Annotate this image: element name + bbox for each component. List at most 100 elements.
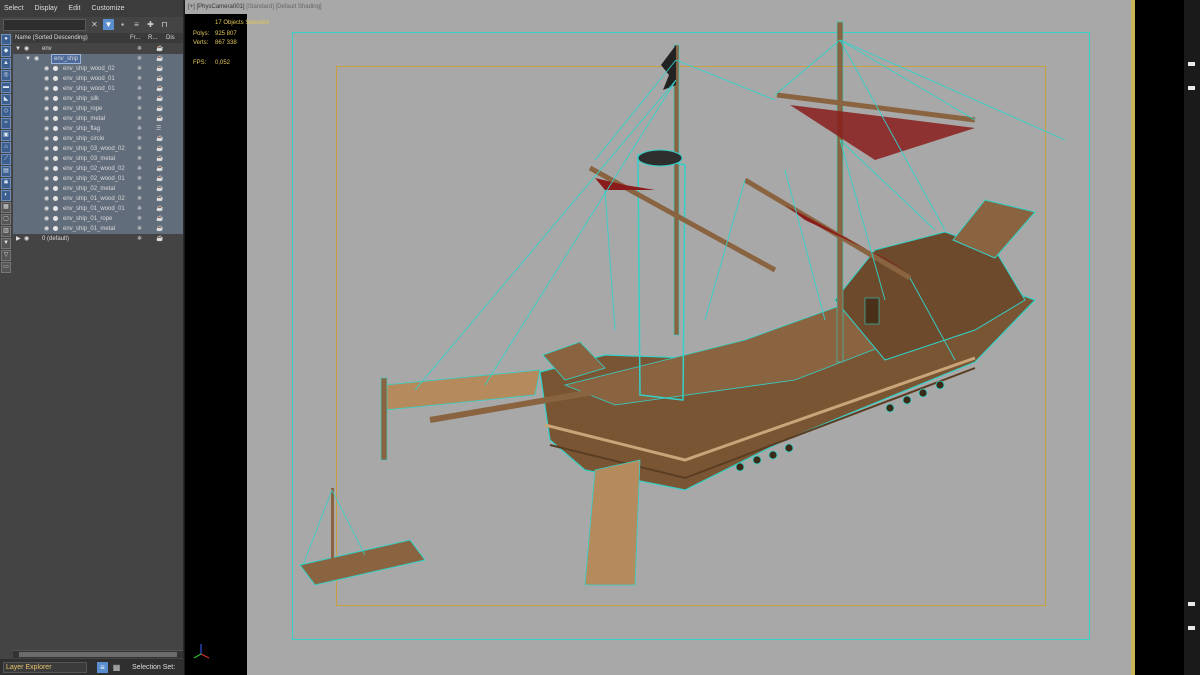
eye-icon[interactable]: ◉	[44, 224, 49, 234]
eye-icon[interactable]: ◉	[34, 54, 39, 64]
filter-icon[interactable]: ▼	[103, 19, 114, 30]
render-teapot-icon[interactable]: ☕	[156, 54, 163, 64]
freeze-icon[interactable]: ❄	[137, 164, 142, 174]
expand-arrow-icon[interactable]: ▶	[16, 234, 21, 244]
render-teapot-icon[interactable]: ☕	[156, 44, 163, 54]
tree-row[interactable]: ◉ env_ship_wood_02 ❄ ☕	[13, 64, 183, 74]
eye-icon[interactable]: ◉	[44, 194, 49, 204]
freeze-icon[interactable]: ❄	[137, 224, 142, 234]
eye-icon[interactable]: ◉	[44, 204, 49, 214]
eye-icon[interactable]: ◉	[44, 104, 49, 114]
freeze-icon[interactable]: ❄	[137, 204, 142, 214]
tree-row[interactable]: ◉ env_ship_03_metal ❄ ☕	[13, 154, 183, 164]
display-children-icon[interactable]: ◆	[1, 46, 11, 57]
funnel-icon[interactable]: ▼	[1, 238, 11, 249]
geometry-icon[interactable]: ▲	[1, 58, 11, 69]
render-teapot-icon[interactable]: ☕	[156, 144, 163, 154]
shapes-icon[interactable]: ◎	[1, 70, 11, 81]
frozen-icon[interactable]: ✱	[1, 178, 11, 189]
freeze-icon[interactable]: ❄	[137, 54, 142, 64]
eye-icon[interactable]: ◉	[44, 94, 49, 104]
render-teapot-icon[interactable]: ☕	[156, 84, 163, 94]
collapse-arrow-icon[interactable]: ▼	[25, 54, 31, 64]
strip-tick-icon[interactable]	[1188, 86, 1195, 90]
eye-icon[interactable]: ◉	[44, 124, 49, 134]
render-teapot-icon[interactable]: ☕	[156, 174, 163, 184]
tree-row[interactable]: ◉ env_ship_02_wood_01 ❄ ☕	[13, 174, 183, 184]
filter-settings-icon[interactable]: ▽	[1, 250, 11, 261]
render-teapot-icon[interactable]: ☕	[156, 224, 163, 234]
eye-icon[interactable]: ◉	[44, 74, 49, 84]
freeze-icon[interactable]: ❄	[137, 104, 142, 114]
freeze-icon[interactable]: ❄	[137, 94, 142, 104]
eye-icon[interactable]: ◉	[44, 64, 49, 74]
freeze-icon[interactable]: ❄	[137, 44, 142, 54]
clear-search-icon[interactable]: ✕	[89, 19, 100, 30]
column-render[interactable]: R...	[148, 35, 166, 41]
right-scroll-bar[interactable]	[1184, 0, 1200, 675]
all-on-icon[interactable]: ▦	[1, 202, 11, 213]
tree-row[interactable]: ◉ env_ship_02_metal ❄ ☕	[13, 184, 183, 194]
column-frozen[interactable]: Fr...	[130, 35, 148, 41]
freeze-icon[interactable]: ❄	[137, 144, 142, 154]
horizontal-scrollbar[interactable]	[13, 650, 183, 658]
freeze-icon[interactable]: ❄	[137, 74, 142, 84]
menu-display[interactable]: Display	[34, 5, 57, 12]
invert-icon[interactable]: ▥	[1, 226, 11, 237]
render-teapot-icon[interactable]: ☕	[156, 134, 163, 144]
freeze-icon[interactable]: ❄	[137, 154, 142, 164]
eye-icon[interactable]: ◉	[44, 184, 49, 194]
eye-icon[interactable]: ◉	[44, 164, 49, 174]
render-teapot-icon[interactable]: ☕	[156, 94, 163, 104]
tree-row[interactable]: ◉ env_ship_03_wood_02 ❄ ☕	[13, 144, 183, 154]
tree-row[interactable]: ▼ ◉ env_ship ❄ ☕	[13, 54, 183, 64]
render-teapot-icon[interactable]: ☕	[156, 104, 163, 114]
render-teapot-icon[interactable]: ☕	[156, 154, 163, 164]
render-teapot-icon[interactable]: ☕	[156, 234, 163, 244]
render-teapot-icon[interactable]: ☰	[156, 124, 161, 134]
groups-icon[interactable]: ▣	[1, 130, 11, 141]
freeze-icon[interactable]: ❄	[137, 194, 142, 204]
freeze-icon[interactable]: ❄	[137, 114, 142, 124]
eye-icon[interactable]: ◉	[44, 214, 49, 224]
display-none-icon[interactable]: ●	[1, 34, 11, 45]
freeze-icon[interactable]: ❄	[137, 234, 142, 244]
tree-row[interactable]: ◉ env_ship_01_rope ❄ ☕	[13, 214, 183, 224]
render-teapot-icon[interactable]: ☕	[156, 74, 163, 84]
xrefs-icon[interactable]: ⌂	[1, 142, 11, 153]
lights-icon[interactable]: ▬	[1, 82, 11, 93]
search-input[interactable]	[3, 18, 86, 31]
eye-icon[interactable]: ◉	[44, 144, 49, 154]
grid-mode-icon[interactable]: ▦	[111, 662, 122, 673]
tree-row[interactable]: ◉ env_ship_silk ❄ ☕	[13, 94, 183, 104]
ship-model[interactable]	[185, 0, 1135, 675]
layers-icon[interactable]: ≡	[131, 19, 142, 30]
tree-row[interactable]: ▼ ◉ env ❄ ☕	[13, 44, 183, 54]
tree-row[interactable]: ◉ env_ship_wood_01 ❄ ☕	[13, 84, 183, 94]
bones-icon[interactable]: ⟋	[1, 154, 11, 165]
render-teapot-icon[interactable]: ☕	[156, 164, 163, 174]
render-teapot-icon[interactable]: ☕	[156, 64, 163, 74]
tree-row[interactable]: ◉ env_ship_circle ❄ ☕	[13, 134, 183, 144]
cameras-icon[interactable]: ◣	[1, 94, 11, 105]
explorer-type-dropdown[interactable]: Layer Explorer	[3, 661, 87, 673]
scroll-thumb[interactable]	[19, 652, 177, 657]
perspective-viewport[interactable]: [+] [PhysCamera001] [Standard] [Default …	[185, 0, 1135, 675]
freeze-icon[interactable]: ❄	[137, 134, 142, 144]
tree-row[interactable]: ◉ env_ship_01_wood_02 ❄ ☕	[13, 194, 183, 204]
eye-icon[interactable]: ◉	[44, 154, 49, 164]
strip-tick-icon[interactable]	[1188, 602, 1195, 606]
tree-row[interactable]: ◉ env_ship_wood_01 ❄ ☕	[13, 74, 183, 84]
helpers-icon[interactable]: ◇	[1, 106, 11, 117]
freeze-icon[interactable]: ❄	[137, 174, 142, 184]
tree-row[interactable]: ◉ env_ship_01_metal ❄ ☕	[13, 224, 183, 234]
render-teapot-icon[interactable]: ☕	[156, 194, 163, 204]
freeze-icon[interactable]: ❄	[137, 64, 142, 74]
tree-row[interactable]: ◉ env_ship_metal ❄ ☕	[13, 114, 183, 124]
menu-select[interactable]: Select	[4, 5, 23, 12]
column-display[interactable]: Dis	[166, 35, 182, 41]
render-teapot-icon[interactable]: ☕	[156, 214, 163, 224]
eye-icon[interactable]: ◉	[44, 134, 49, 144]
render-teapot-icon[interactable]: ☕	[156, 184, 163, 194]
containers-icon[interactable]: ▤	[1, 166, 11, 177]
